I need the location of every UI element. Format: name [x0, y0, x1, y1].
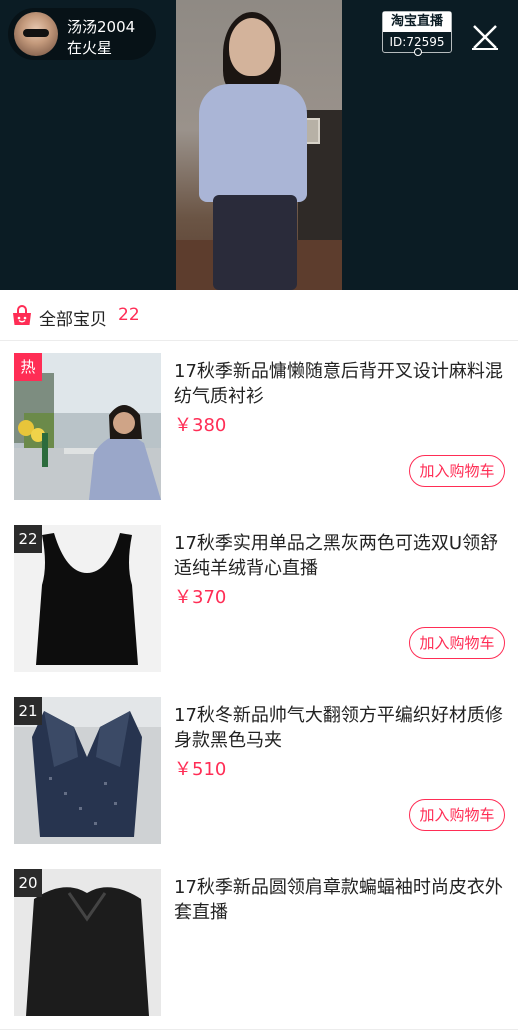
product-index-badge: 20 — [14, 869, 42, 897]
product-list-header: 全部宝贝 22 — [0, 290, 518, 341]
avatar[interactable] — [14, 12, 58, 56]
host-status: 在火星 — [67, 39, 113, 57]
panel-title: 全部宝贝 — [39, 310, 107, 330]
presenter-shirt — [199, 84, 307, 202]
product-title[interactable]: 17秋季新品圆领肩章款蝙蝠袖时尚皮衣外套直播 — [174, 875, 504, 925]
product-index-badge: 21 — [14, 697, 42, 725]
logo-dot-icon — [414, 48, 422, 56]
product-price: ￥370 — [174, 587, 227, 608]
product-index-badge: 22 — [14, 525, 42, 553]
taobao-live-logo-text: 淘宝直播 — [383, 12, 451, 32]
close-icon[interactable] — [470, 22, 500, 52]
product-item[interactable]: 20 17秋季新品圆领肩章款蝙蝠袖时尚皮衣外套直播 — [0, 857, 518, 1030]
product-thumbnail[interactable]: 22 — [14, 525, 161, 672]
shopping-bag-icon — [13, 305, 31, 325]
add-to-cart-button[interactable]: 加入购物车 — [409, 627, 505, 659]
presenter-skirt — [213, 195, 297, 290]
product-item[interactable]: 21 17秋冬新品帅气大翻领方平编织好材质修身款黑色马夹 ￥510 加入购物车 — [0, 685, 518, 858]
product-price: ￥510 — [174, 759, 227, 780]
hot-badge: 热 — [14, 353, 42, 381]
product-thumbnail[interactable]: 热 — [14, 353, 161, 500]
product-title[interactable]: 17秋季实用单品之黑灰两色可选双U领舒适纯羊绒背心直播 — [174, 531, 504, 581]
presenter-face — [229, 18, 275, 76]
add-to-cart-button[interactable]: 加入购物车 — [409, 455, 505, 487]
product-thumbnail[interactable]: 21 — [14, 697, 161, 844]
host-name: 汤汤2004 — [67, 18, 136, 36]
live-video[interactable]: 汤汤2004 在火星 淘宝直播 ID:72595 — [0, 0, 518, 290]
product-thumbnail[interactable]: 20 — [14, 869, 161, 1016]
product-count: 22 — [118, 305, 140, 325]
add-to-cart-button[interactable]: 加入购物车 — [409, 799, 505, 831]
product-price: ￥380 — [174, 415, 227, 436]
host-info[interactable]: 汤汤2004 在火星 — [8, 8, 156, 60]
product-title[interactable]: 17秋季新品慵懒随意后背开叉设计麻料混纺气质衬衫 — [174, 359, 504, 409]
taobao-live-logo: 淘宝直播 ID:72595 — [382, 11, 452, 56]
product-item[interactable]: 22 17秋季实用单品之黑灰两色可选双U领舒适纯羊绒背心直播 ￥370 加入购物… — [0, 513, 518, 686]
avatar-glasses — [23, 29, 49, 37]
product-title[interactable]: 17秋冬新品帅气大翻领方平编织好材质修身款黑色马夹 — [174, 703, 504, 753]
product-item[interactable]: 热 17秋季新品慵懒随意后背开叉设计麻料混纺气质衬衫 ￥380 加入购物车 — [0, 341, 518, 514]
